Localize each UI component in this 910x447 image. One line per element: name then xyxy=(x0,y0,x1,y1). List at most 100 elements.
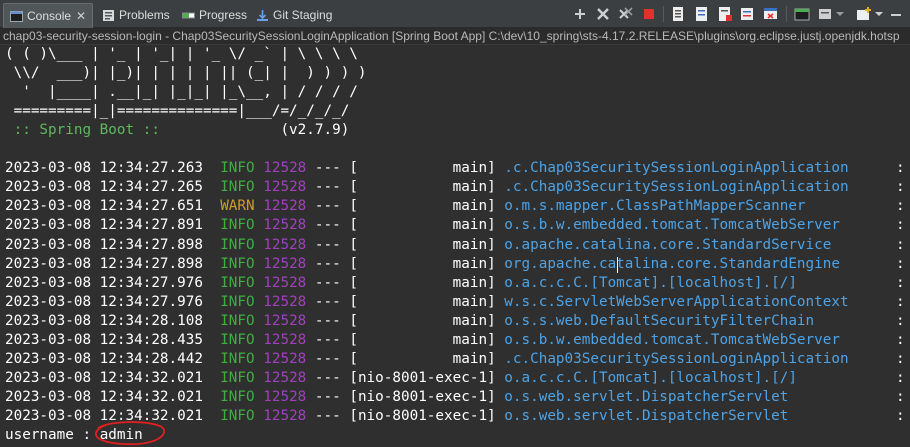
tab-problems[interactable]: Problems xyxy=(102,4,170,26)
log-colon: : xyxy=(896,388,905,405)
word-wrap-icon[interactable] xyxy=(740,6,756,22)
log-thread: [ main] xyxy=(349,293,496,310)
log-timestamp: 2023-03-08 12:34:28.108 xyxy=(5,312,203,329)
log-thread: [ main] xyxy=(349,236,496,253)
log-line: 2023-03-08 12:34:27.891 INFO 12528 --- [… xyxy=(5,216,840,235)
tab-git-staging[interactable]: Git Staging xyxy=(256,4,332,26)
console-icon xyxy=(10,10,23,23)
log-level: INFO xyxy=(220,160,255,177)
banner-text: \\/ ___)| |_)| | | | | || (_| | ) ) ) ) xyxy=(5,65,367,82)
log-pid: 12528 xyxy=(263,274,307,291)
log-level: INFO xyxy=(220,255,255,272)
log-logger: o.m.s.mapper.ClassPathMapperScanner xyxy=(504,198,806,215)
log-level: INFO xyxy=(220,331,255,348)
display-console-icon[interactable] xyxy=(817,6,833,22)
log-timestamp: 2023-03-08 12:34:27.651 xyxy=(5,198,203,215)
log-line: 2023-03-08 12:34:27.976 INFO 12528 --- [… xyxy=(5,293,849,312)
log-separator: --- xyxy=(314,217,341,234)
log-colon: : xyxy=(896,293,905,310)
log-thread: [ main] xyxy=(349,350,496,367)
log-level: INFO xyxy=(220,293,255,310)
log-logger: o.s.b.w.embedded.tomcat.TomcatWebServer xyxy=(504,331,840,348)
log-separator: --- xyxy=(314,312,341,329)
log-logger: o.apache.catalina.core.StandardService xyxy=(504,236,832,253)
log-timestamp: 2023-03-08 12:34:27.898 xyxy=(5,255,203,272)
log-separator: --- xyxy=(314,407,341,424)
banner-text: ( ( )\___ | '_ | '_| | '_ \/ _` | \ \ \ … xyxy=(5,46,358,62)
log-thread: [ main] xyxy=(349,179,496,196)
log-pid: 12528 xyxy=(263,312,307,329)
tab-label: Problems xyxy=(119,8,170,22)
log-pid: 12528 xyxy=(263,407,307,424)
log-line: 2023-03-08 12:34:27.265 INFO 12528 --- [… xyxy=(5,178,849,197)
log-logger: o.a.c.c.C.[Tomcat].[localhost].[/] xyxy=(504,369,797,386)
tab-console[interactable]: Console ✕ xyxy=(3,3,94,28)
log-timestamp: 2023-03-08 12:34:27.263 xyxy=(5,160,203,177)
log-line: 2023-03-08 12:34:28.442 INFO 12528 --- [… xyxy=(5,350,849,369)
log-line: 2023-03-08 12:34:32.021 INFO 12528 --- [… xyxy=(5,369,797,388)
log-level: INFO xyxy=(220,312,255,329)
terminate-icon[interactable] xyxy=(641,6,657,22)
log-timestamp: 2023-03-08 12:34:28.442 xyxy=(5,350,203,367)
log-line: 2023-03-08 12:34:27.976 INFO 12528 --- [… xyxy=(5,274,797,293)
display-selected-console-icon[interactable] xyxy=(794,6,810,22)
log-logger: org.apache.catalina.core.StandardEngine xyxy=(504,255,840,272)
dropdown-icon[interactable] xyxy=(835,6,845,22)
log-line: 2023-03-08 12:34:28.108 INFO 12528 --- [… xyxy=(5,312,814,331)
log-separator: --- xyxy=(314,350,341,367)
log-timestamp: 2023-03-08 12:34:28.435 xyxy=(5,331,203,348)
banner-line: \\/ ___)| |_)| | | | | || (_| | ) ) ) ) xyxy=(5,64,367,83)
log-logger: o.s.web.servlet.DispatcherServlet xyxy=(504,388,789,405)
log-level: INFO xyxy=(220,236,255,253)
log-thread: [ main] xyxy=(349,274,496,291)
log-thread: [nio-8001-exec-1] xyxy=(349,407,496,424)
log-pid: 12528 xyxy=(263,350,307,367)
log-pid: 12528 xyxy=(263,217,307,234)
log-separator: --- xyxy=(314,369,341,386)
log-level: INFO xyxy=(220,369,255,386)
collapse-icon[interactable] xyxy=(572,6,588,22)
log-line: 2023-03-08 12:34:28.435 INFO 12528 --- [… xyxy=(5,331,840,350)
log-thread: [ main] xyxy=(349,198,496,215)
log-line: 2023-03-08 12:34:27.263 INFO 12528 --- [… xyxy=(5,159,849,178)
log-thread: [ main] xyxy=(349,331,496,348)
log-level: INFO xyxy=(220,217,255,234)
open-console-icon[interactable] xyxy=(856,6,872,22)
tab-label: Console xyxy=(27,9,72,23)
log-thread: [ main] xyxy=(349,217,496,234)
banner-text: ' |____| .__|_| |_|_| |_\__, | / / / / xyxy=(5,84,358,101)
log-separator: --- xyxy=(314,236,341,253)
minimize-icon[interactable] xyxy=(888,6,904,22)
log-line: 2023-03-08 12:34:27.651 WARN 12528 --- [… xyxy=(5,197,806,216)
log-separator: --- xyxy=(314,331,341,348)
log-colon: : xyxy=(896,331,905,348)
dropdown-icon[interactable] xyxy=(874,6,884,22)
log-pid: 12528 xyxy=(263,179,307,196)
log-level: INFO xyxy=(220,179,255,196)
log-thread: [ main] xyxy=(349,255,496,272)
log-level: INFO xyxy=(220,388,255,405)
remove-all-terminated-icon[interactable] xyxy=(618,6,634,22)
log-colon: : xyxy=(896,217,905,234)
tab-progress[interactable]: Progress xyxy=(182,4,247,26)
tab-label: Progress xyxy=(199,8,248,22)
log-colon: : xyxy=(896,407,905,424)
log-timestamp: 2023-03-08 12:34:27.898 xyxy=(5,236,203,253)
log-logger: .c.Chap03SecuritySessionLoginApplication xyxy=(504,179,849,196)
pin-console-icon[interactable] xyxy=(763,6,779,22)
console-input-line: username : admin xyxy=(5,426,143,445)
console-output[interactable]: ( ( )\___ | '_ | '_| | '_ \/ _` | \ \ \ … xyxy=(0,46,910,447)
log-timestamp: 2023-03-08 12:34:32.021 xyxy=(5,388,203,405)
log-colon: : xyxy=(896,312,905,329)
banner-line: =========|_|==============|___/=/_/_/_/ xyxy=(5,102,350,121)
close-icon[interactable]: ✕ xyxy=(76,9,86,23)
scroll-lock-icon[interactable] xyxy=(671,6,687,22)
log-thread: [ main] xyxy=(349,160,496,177)
show-console-stderr-icon[interactable] xyxy=(717,6,733,22)
log-line: 2023-03-08 12:34:32.021 INFO 12528 --- [… xyxy=(5,388,788,407)
show-console-stdout-icon[interactable] xyxy=(694,6,710,22)
banner-text: =========|_|==============|___/=/_/_/_/ xyxy=(5,103,350,120)
log-pid: 12528 xyxy=(263,331,307,348)
remove-launch-icon[interactable] xyxy=(595,6,611,22)
log-timestamp: 2023-03-08 12:34:32.021 xyxy=(5,407,203,424)
